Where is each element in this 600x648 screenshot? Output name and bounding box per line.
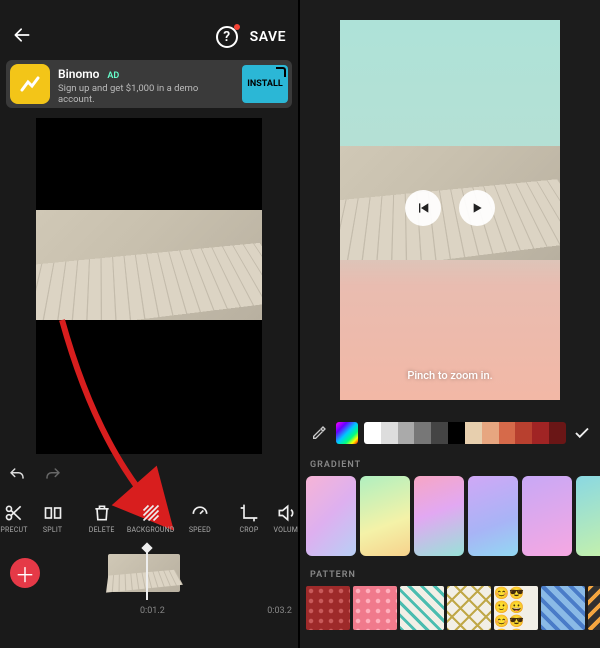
tool-delete[interactable]: DELETE [77, 503, 126, 534]
tool-label: DELETE [89, 526, 115, 534]
gradient-section-label: GRADIENT [300, 460, 361, 470]
undo-icon [8, 466, 26, 484]
split-icon [43, 503, 63, 523]
tool-crop[interactable]: CROP [224, 503, 273, 534]
undo-redo-group [8, 466, 62, 488]
tool-precut[interactable]: PRECUT [0, 503, 28, 534]
color-swatch[interactable] [364, 422, 381, 444]
gradient-swatch[interactable] [414, 476, 464, 556]
color-swatch[interactable] [381, 422, 398, 444]
help-button[interactable]: ? [216, 26, 238, 48]
color-swatch[interactable] [549, 422, 566, 444]
trash-icon [92, 503, 112, 523]
eyedropper-button[interactable] [308, 422, 330, 444]
pattern-swatch[interactable] [400, 586, 444, 630]
ad-subtitle: Sign up and get $1,000 in a demo account… [58, 83, 234, 105]
gradient-swatch[interactable] [468, 476, 518, 556]
ad-app-icon [10, 64, 50, 104]
video-canvas[interactable] [36, 118, 262, 454]
tool-label: VOLUM [274, 526, 298, 534]
color-swatch[interactable] [499, 422, 516, 444]
check-icon [573, 424, 591, 442]
undo-button[interactable] [8, 466, 26, 488]
eyedropper-icon [311, 425, 327, 441]
total-time: 0:03.2 [267, 606, 292, 616]
save-button[interactable]: SAVE [250, 29, 286, 45]
tool-volume[interactable]: VOLUM [274, 503, 298, 534]
add-clip-button[interactable]: ＋ [10, 558, 40, 588]
playhead[interactable] [146, 548, 148, 600]
arrow-left-icon [12, 25, 32, 45]
clip-thumbnail[interactable] [108, 554, 180, 592]
pattern-swatch[interactable] [353, 586, 397, 630]
tool-label: BACKGROUND [127, 526, 175, 534]
tool-label: PRECUT [0, 526, 27, 534]
gradient-swatch[interactable] [306, 476, 356, 556]
pattern-swatch[interactable] [588, 586, 600, 630]
color-swatch[interactable] [465, 422, 482, 444]
tool-background[interactable]: BACKGROUND [126, 503, 175, 534]
tool-label: SPEED [189, 526, 211, 534]
pattern-swatch[interactable]: 😊😎🙂😀😊😎🙂😀 [494, 586, 538, 630]
tool-label: CROP [240, 526, 259, 534]
gradient-row [306, 476, 600, 556]
speed-icon [190, 503, 210, 523]
pattern-swatch[interactable] [306, 586, 350, 630]
top-bar: ? SAVE [0, 20, 298, 54]
color-swatch[interactable] [448, 422, 465, 444]
current-time: 0:01.2 [140, 606, 165, 616]
install-button[interactable]: INSTALL [242, 65, 288, 103]
background-icon [141, 503, 161, 523]
plus-icon: ＋ [15, 559, 35, 588]
playback-controls [340, 190, 560, 226]
background-picker-screen: Pinch to zoom in. GRADIENT PATTERN 😊😎🙂😀😊… [300, 0, 600, 648]
redo-button[interactable] [44, 466, 62, 488]
pattern-swatch[interactable] [447, 586, 491, 630]
tool-row: PRECUT SPLIT DELETE BACKGROUND SPEED CRO… [0, 492, 298, 544]
gradient-swatch[interactable] [576, 476, 600, 556]
ad-text: Binomo AD Sign up and get $1,000 in a de… [50, 63, 242, 105]
play-icon [469, 200, 485, 216]
pattern-section-label: PATTERN [300, 570, 356, 580]
install-button-label: INSTALL [247, 79, 282, 89]
pinch-hint: Pinch to zoom in. [340, 369, 560, 382]
redo-icon [44, 466, 62, 484]
confirm-button[interactable] [572, 423, 592, 443]
ad-tag: AD [107, 71, 119, 81]
color-swatch[interactable] [431, 422, 448, 444]
video-frame-image [36, 210, 262, 320]
editor-screen-left: ? SAVE Binomo AD Sign up and get $1,000 … [0, 0, 298, 648]
color-swatch-row [300, 418, 600, 448]
tool-split[interactable]: SPLIT [28, 503, 77, 534]
tool-speed[interactable]: SPEED [175, 503, 224, 534]
color-swatch[interactable] [414, 422, 431, 444]
volume-icon [276, 503, 296, 523]
prev-button[interactable] [405, 190, 441, 226]
notification-dot [234, 24, 240, 30]
crop-icon [239, 503, 259, 523]
tool-label: SPLIT [43, 526, 62, 534]
scissors-icon [4, 503, 24, 523]
color-swatch[interactable] [532, 422, 549, 444]
custom-color-button[interactable] [336, 422, 358, 444]
external-corner-icon [276, 67, 286, 77]
pattern-swatch[interactable] [541, 586, 585, 630]
skip-previous-icon [415, 200, 431, 216]
timeline[interactable]: ＋ 0:01.2 0:03.2 [0, 552, 298, 622]
gradient-swatch[interactable] [522, 476, 572, 556]
color-swatch[interactable] [515, 422, 532, 444]
preview-canvas[interactable]: Pinch to zoom in. [340, 20, 560, 400]
swatch-strip [364, 422, 566, 444]
ad-banner[interactable]: Binomo AD Sign up and get $1,000 in a de… [6, 60, 292, 108]
play-button[interactable] [459, 190, 495, 226]
back-button[interactable] [12, 25, 38, 50]
pattern-row: 😊😎🙂😀😊😎🙂😀 [306, 586, 600, 636]
ad-title: Binomo [58, 67, 99, 81]
gradient-swatch[interactable] [360, 476, 410, 556]
color-swatch[interactable] [482, 422, 499, 444]
color-swatch[interactable] [398, 422, 415, 444]
